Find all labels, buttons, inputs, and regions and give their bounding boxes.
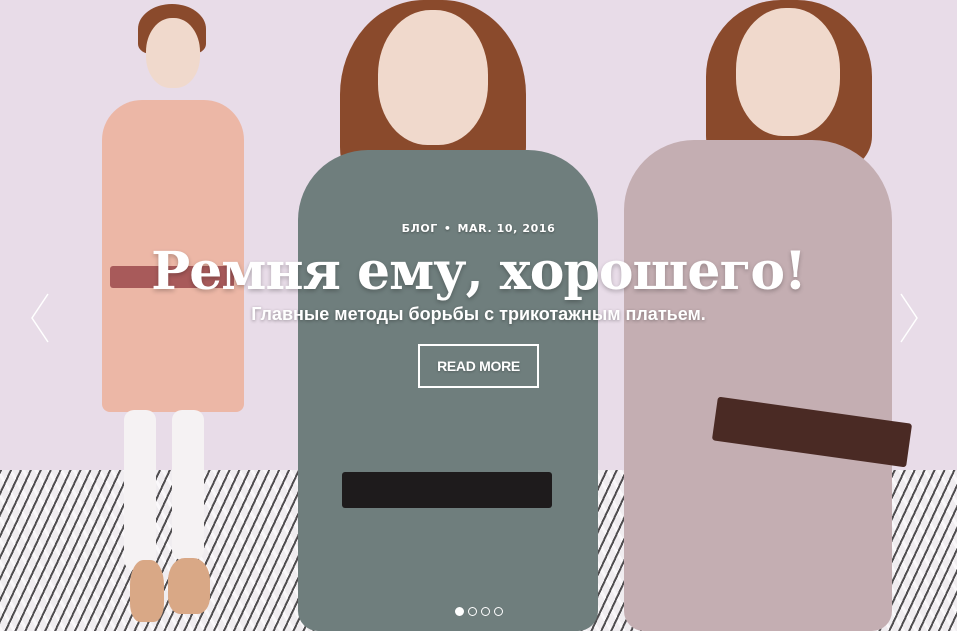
- slide-caption: БЛОГ • MAR. 10, 2016 Ремня ему, хорошего! …: [0, 222, 957, 388]
- slide-dot-2[interactable]: [467, 607, 477, 616]
- slide-dot-1[interactable]: [454, 607, 464, 616]
- previous-slide-button[interactable]: [28, 290, 52, 346]
- hero-slider: БЛОГ • MAR. 10, 2016 Ремня ему, хорошего! …: [0, 0, 957, 631]
- post-subtitle: Главные методы борьбы с трикотажным плат…: [251, 304, 706, 324]
- post-category-link[interactable]: БЛОГ: [402, 222, 438, 235]
- chevron-left-icon: [31, 293, 49, 343]
- slide-dot-3[interactable]: [480, 607, 490, 616]
- chevron-right-icon: [900, 293, 918, 343]
- post-title[interactable]: Ремня ему, хорошего!: [0, 241, 957, 303]
- slide-dot-4[interactable]: [493, 607, 503, 616]
- next-slide-button[interactable]: [897, 290, 921, 346]
- meta-separator: •: [443, 222, 452, 235]
- slide-pagination: [0, 603, 957, 621]
- post-date: MAR. 10, 2016: [457, 222, 556, 235]
- post-meta: БЛОГ • MAR. 10, 2016: [0, 222, 957, 235]
- read-more-button[interactable]: READ MORE: [418, 344, 539, 388]
